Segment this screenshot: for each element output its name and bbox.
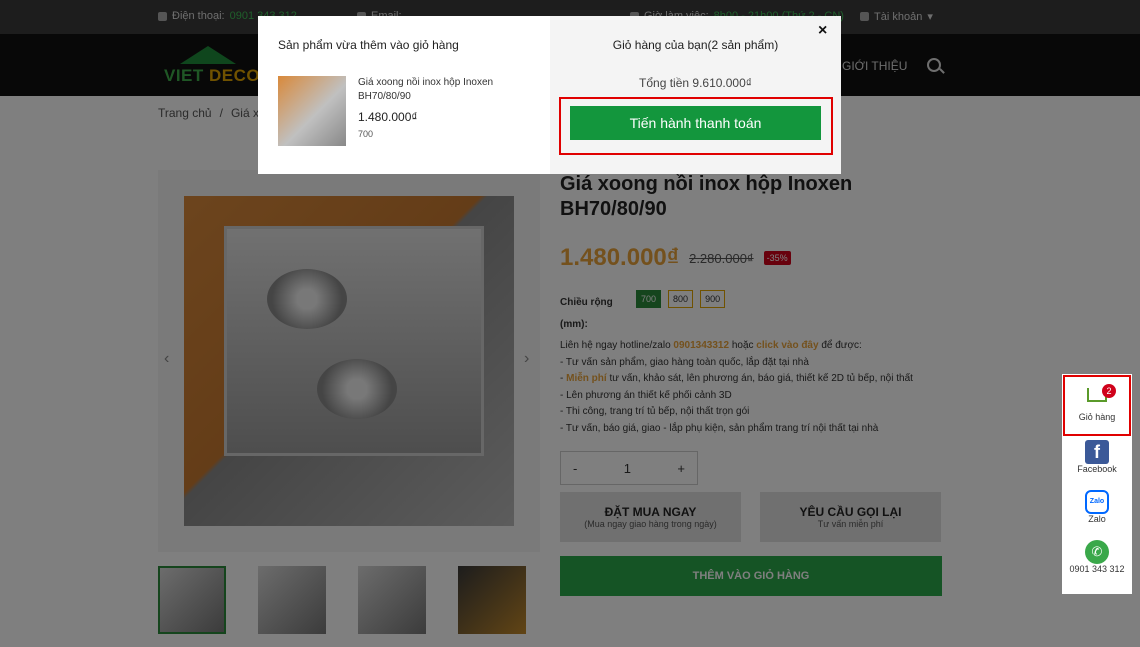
modal-left-title: Sản phẩm vừa thêm vào giỏ hàng	[278, 38, 459, 52]
float-zalo[interactable]: Zalo Zalo	[1062, 490, 1132, 524]
cart-summary-title: Giỏ hàng của bạn(2 sản phẩm)	[612, 38, 779, 52]
facebook-icon: f	[1085, 440, 1109, 464]
zalo-icon: Zalo	[1085, 490, 1109, 514]
float-phone-label: 0901 343 312	[1069, 564, 1125, 574]
close-icon[interactable]: ×	[818, 22, 827, 40]
float-phone[interactable]: ✆ 0901 343 312	[1062, 540, 1132, 574]
cart-highlight-box	[1063, 375, 1131, 436]
cart-item-thumbnail[interactable]	[278, 76, 346, 146]
cart-total: Tổng tiền 9.610.000₫	[639, 76, 752, 90]
checkout-button[interactable]: Tiến hành thanh toán	[570, 106, 821, 140]
facebook-label: Facebook	[1077, 464, 1117, 474]
cart-item-name[interactable]: Giá xoong nồi inox hộp Inoxen BH70/80/90	[358, 76, 528, 104]
zalo-label: Zalo	[1088, 514, 1106, 524]
cart-item-variant: 700	[358, 129, 374, 139]
added-to-cart-modal: Sản phẩm vừa thêm vào giỏ hàng Giá xoong…	[258, 16, 841, 174]
float-facebook[interactable]: f Facebook	[1062, 440, 1132, 474]
cart-item-price: 1.480.000₫	[358, 110, 418, 124]
modal-left-panel: Sản phẩm vừa thêm vào giỏ hàng Giá xoong…	[258, 16, 550, 174]
phone-call-icon: ✆	[1085, 540, 1109, 564]
